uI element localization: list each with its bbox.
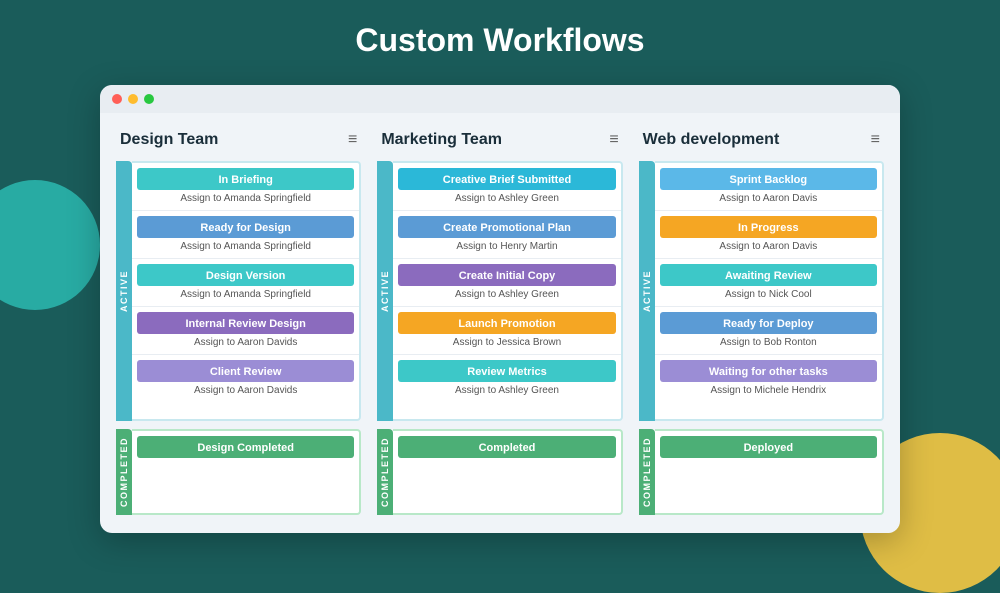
page-title: Custom Workflows bbox=[0, 0, 1000, 75]
card-assignee-web-development-3: Assign to Bob Ronton bbox=[655, 334, 882, 354]
card-design-team-3[interactable]: Internal Review DesignAssign to Aaron Da… bbox=[132, 307, 359, 355]
card-header-design-team-1: Ready for Design bbox=[137, 216, 354, 238]
column-design-team: Design Team≡ACTIVEIn BriefingAssign to A… bbox=[116, 131, 361, 515]
card-assignee-web-development-0: Assign to Aaron Davis bbox=[655, 190, 882, 210]
card-design-team-4[interactable]: Client ReviewAssign to Aaron Davids bbox=[132, 355, 359, 402]
column-header-web-development: Web development ≡ bbox=[639, 131, 884, 149]
card-design-team-0[interactable]: In BriefingAssign to Amanda Springfield bbox=[132, 163, 359, 211]
column-header-marketing-team: Marketing Team ≡ bbox=[377, 131, 622, 149]
card-web-development-3[interactable]: Ready for DeployAssign to Bob Ronton bbox=[655, 307, 882, 355]
card-header-web-development-3: Ready for Deploy bbox=[660, 312, 877, 334]
menu-icon-web-development[interactable]: ≡ bbox=[871, 131, 880, 149]
completed-section-web-development: COMPLETED Deployed bbox=[639, 429, 884, 515]
card-web-development-1[interactable]: In ProgressAssign to Aaron Davis bbox=[655, 211, 882, 259]
card-assignee-design-team-2: Assign to Amanda Springfield bbox=[132, 286, 359, 306]
completed-card-header-web-development-0: Deployed bbox=[660, 436, 877, 458]
card-assignee-design-team-0: Assign to Amanda Springfield bbox=[132, 190, 359, 210]
card-design-team-2[interactable]: Design VersionAssign to Amanda Springfie… bbox=[132, 259, 359, 307]
menu-icon-marketing-team[interactable]: ≡ bbox=[609, 131, 618, 149]
card-header-design-team-3: Internal Review Design bbox=[137, 312, 354, 334]
browser-dot-yellow bbox=[128, 94, 138, 104]
card-header-design-team-0: In Briefing bbox=[137, 168, 354, 190]
completed-card-header-marketing-team-0: Completed bbox=[398, 436, 615, 458]
completed-cards-web-development: Deployed bbox=[655, 429, 884, 515]
card-assignee-marketing-team-0: Assign to Ashley Green bbox=[393, 190, 620, 210]
completed-card-design-team-0[interactable]: Design Completed bbox=[132, 431, 359, 458]
menu-icon-design-team[interactable]: ≡ bbox=[348, 131, 357, 149]
card-marketing-team-3[interactable]: Launch PromotionAssign to Jessica Brown bbox=[393, 307, 620, 355]
completed-label-marketing-team: COMPLETED bbox=[377, 429, 393, 515]
card-web-development-4[interactable]: Waiting for other tasksAssign to Michele… bbox=[655, 355, 882, 402]
card-assignee-marketing-team-1: Assign to Henry Martin bbox=[393, 238, 620, 258]
card-web-development-0[interactable]: Sprint BacklogAssign to Aaron Davis bbox=[655, 163, 882, 211]
column-title-web-development: Web development bbox=[643, 131, 780, 149]
active-label-marketing-team: ACTIVE bbox=[377, 161, 393, 421]
card-header-marketing-team-0: Creative Brief Submitted bbox=[398, 168, 615, 190]
card-header-marketing-team-3: Launch Promotion bbox=[398, 312, 615, 334]
browser-dot-red bbox=[112, 94, 122, 104]
board-area: Design Team≡ACTIVEIn BriefingAssign to A… bbox=[100, 113, 900, 533]
card-assignee-marketing-team-2: Assign to Ashley Green bbox=[393, 286, 620, 306]
bg-decoration-teal bbox=[0, 180, 100, 310]
active-section-web-development: ACTIVESprint BacklogAssign to Aaron Davi… bbox=[639, 161, 884, 421]
card-assignee-design-team-4: Assign to Aaron Davids bbox=[132, 382, 359, 402]
column-web-development: Web development≡ACTIVESprint BacklogAssi… bbox=[639, 131, 884, 515]
card-assignee-design-team-3: Assign to Aaron Davids bbox=[132, 334, 359, 354]
card-header-marketing-team-1: Create Promotional Plan bbox=[398, 216, 615, 238]
active-section-design-team: ACTIVEIn BriefingAssign to Amanda Spring… bbox=[116, 161, 361, 421]
completed-label-web-development: COMPLETED bbox=[639, 429, 655, 515]
card-header-web-development-2: Awaiting Review bbox=[660, 264, 877, 286]
card-header-design-team-2: Design Version bbox=[137, 264, 354, 286]
card-header-design-team-4: Client Review bbox=[137, 360, 354, 382]
active-label-web-development: ACTIVE bbox=[639, 161, 655, 421]
card-marketing-team-1[interactable]: Create Promotional PlanAssign to Henry M… bbox=[393, 211, 620, 259]
active-cards-design-team: In BriefingAssign to Amanda SpringfieldR… bbox=[132, 161, 361, 421]
active-cards-marketing-team: Creative Brief SubmittedAssign to Ashley… bbox=[393, 161, 622, 421]
browser-dot-green bbox=[144, 94, 154, 104]
card-assignee-marketing-team-3: Assign to Jessica Brown bbox=[393, 334, 620, 354]
card-header-web-development-4: Waiting for other tasks bbox=[660, 360, 877, 382]
completed-section-marketing-team: COMPLETED Completed bbox=[377, 429, 622, 515]
completed-cards-marketing-team: Completed bbox=[393, 429, 622, 515]
completed-card-web-development-0[interactable]: Deployed bbox=[655, 431, 882, 458]
column-title-design-team: Design Team bbox=[120, 131, 218, 149]
completed-cards-design-team: Design Completed bbox=[132, 429, 361, 515]
card-assignee-web-development-1: Assign to Aaron Davis bbox=[655, 238, 882, 258]
column-title-marketing-team: Marketing Team bbox=[381, 131, 502, 149]
card-assignee-web-development-4: Assign to Michele Hendrix bbox=[655, 382, 882, 402]
card-header-web-development-0: Sprint Backlog bbox=[660, 168, 877, 190]
completed-section-design-team: COMPLETED Design Completed bbox=[116, 429, 361, 515]
completed-card-marketing-team-0[interactable]: Completed bbox=[393, 431, 620, 458]
card-assignee-marketing-team-4: Assign to Ashley Green bbox=[393, 382, 620, 402]
card-header-web-development-1: In Progress bbox=[660, 216, 877, 238]
active-cards-web-development: Sprint BacklogAssign to Aaron DavisIn Pr… bbox=[655, 161, 884, 421]
card-header-marketing-team-2: Create Initial Copy bbox=[398, 264, 615, 286]
column-marketing-team: Marketing Team≡ACTIVECreative Brief Subm… bbox=[377, 131, 622, 515]
card-assignee-design-team-1: Assign to Amanda Springfield bbox=[132, 238, 359, 258]
card-marketing-team-0[interactable]: Creative Brief SubmittedAssign to Ashley… bbox=[393, 163, 620, 211]
active-label-design-team: ACTIVE bbox=[116, 161, 132, 421]
completed-card-header-design-team-0: Design Completed bbox=[137, 436, 354, 458]
completed-label-design-team: COMPLETED bbox=[116, 429, 132, 515]
card-web-development-2[interactable]: Awaiting ReviewAssign to Nick Cool bbox=[655, 259, 882, 307]
card-marketing-team-4[interactable]: Review MetricsAssign to Ashley Green bbox=[393, 355, 620, 402]
active-section-marketing-team: ACTIVECreative Brief SubmittedAssign to … bbox=[377, 161, 622, 421]
card-assignee-web-development-2: Assign to Nick Cool bbox=[655, 286, 882, 306]
browser-window: Design Team≡ACTIVEIn BriefingAssign to A… bbox=[100, 85, 900, 533]
browser-bar bbox=[100, 85, 900, 113]
card-header-marketing-team-4: Review Metrics bbox=[398, 360, 615, 382]
card-design-team-1[interactable]: Ready for DesignAssign to Amanda Springf… bbox=[132, 211, 359, 259]
column-header-design-team: Design Team ≡ bbox=[116, 131, 361, 149]
card-marketing-team-2[interactable]: Create Initial CopyAssign to Ashley Gree… bbox=[393, 259, 620, 307]
